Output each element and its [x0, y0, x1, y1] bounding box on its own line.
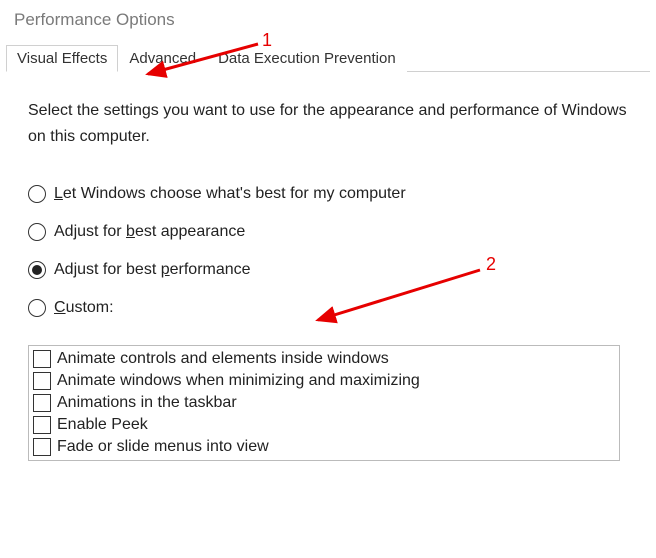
list-item[interactable]: Animate windows when minimizing and maxi…	[33, 370, 615, 392]
checkbox-icon[interactable]	[33, 438, 51, 456]
check-label: Fade or slide menus into view	[57, 438, 269, 456]
checkbox-icon[interactable]	[33, 394, 51, 412]
radio-icon	[28, 185, 46, 203]
check-label: Animate controls and elements inside win…	[57, 350, 389, 368]
window-title: Performance Options	[0, 0, 656, 44]
tab-visual-effects[interactable]: Visual Effects	[6, 45, 118, 72]
radio-icon	[28, 223, 46, 241]
checkbox-icon[interactable]	[33, 416, 51, 434]
radio-best-appearance[interactable]: Adjust for best appearance	[28, 213, 628, 251]
radio-label: Custom:	[54, 299, 114, 317]
checkbox-icon[interactable]	[33, 372, 51, 390]
radio-label: Adjust for best performance	[54, 261, 251, 279]
radio-label: Let Windows choose what's best for my co…	[54, 185, 406, 203]
radio-best-performance[interactable]: Adjust for best performance	[28, 251, 628, 289]
effects-checklist: Animate controls and elements inside win…	[28, 345, 620, 461]
check-label: Animate windows when minimizing and maxi…	[57, 372, 420, 390]
intro-text: Select the settings you want to use for …	[28, 98, 628, 149]
list-item[interactable]: Fade or slide menus into view	[33, 436, 615, 458]
radio-group-presets: Let Windows choose what's best for my co…	[28, 175, 628, 327]
check-label: Animations in the taskbar	[57, 394, 237, 412]
radio-label: Adjust for best appearance	[54, 223, 245, 241]
radio-icon	[28, 299, 46, 317]
tab-data-execution-prevention[interactable]: Data Execution Prevention	[207, 45, 407, 72]
tab-strip: Visual Effects Advanced Data Execution P…	[6, 44, 650, 72]
radio-icon	[28, 261, 46, 279]
check-label: Enable Peek	[57, 416, 148, 434]
list-item[interactable]: Animate controls and elements inside win…	[33, 348, 615, 370]
list-item[interactable]: Animations in the taskbar	[33, 392, 615, 414]
tab-advanced[interactable]: Advanced	[118, 45, 207, 72]
checkbox-icon[interactable]	[33, 350, 51, 368]
radio-custom[interactable]: Custom:	[28, 289, 628, 327]
tab-panel-visual-effects: Select the settings you want to use for …	[0, 72, 656, 461]
list-item[interactable]: Enable Peek	[33, 414, 615, 436]
radio-dot-icon	[32, 265, 42, 275]
radio-let-windows-choose[interactable]: Let Windows choose what's best for my co…	[28, 175, 628, 213]
